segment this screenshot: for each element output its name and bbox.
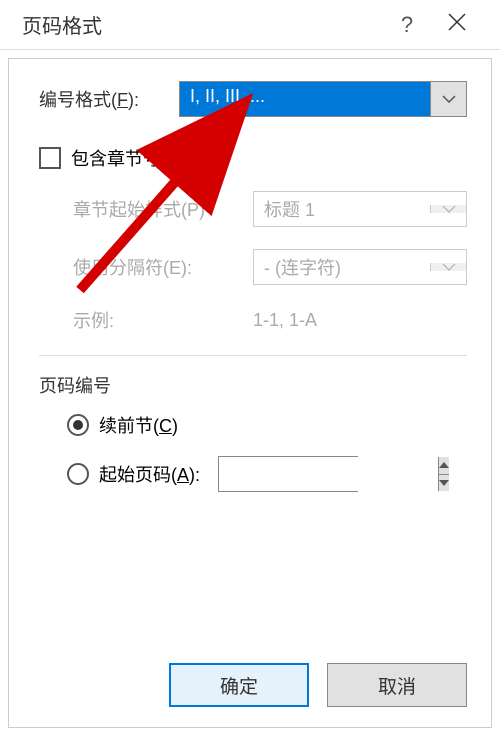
include-chapter-checkbox[interactable] (39, 147, 61, 169)
start-page-spinner[interactable] (218, 456, 358, 492)
continue-previous-radio[interactable] (67, 414, 89, 436)
chapter-style-dropdown-button (430, 205, 466, 213)
chapter-style-row: 章节起始样式(P) 标题 1 (73, 191, 467, 227)
example-value: 1-1, 1-A (253, 310, 317, 331)
triangle-down-icon (439, 480, 449, 486)
continue-previous-label: 续前节(C) (99, 412, 178, 438)
dialog-buttons: 确定 取消 (169, 663, 467, 707)
separator-select: - (连字符) (253, 249, 467, 285)
close-icon (448, 13, 466, 31)
chevron-down-icon (442, 263, 456, 271)
chapter-style-label: 章节起始样式(P) (73, 196, 253, 222)
continue-previous-row[interactable]: 续前节(C) (67, 412, 467, 438)
separator-dropdown-button (430, 263, 466, 271)
chevron-down-icon (442, 95, 456, 103)
start-page-input[interactable] (219, 457, 438, 491)
separator-label: 使用分隔符(E): (73, 254, 253, 280)
number-format-row: 编号格式(F): I, II, III, ... (39, 81, 467, 117)
triangle-up-icon (439, 462, 449, 468)
start-page-label: 起始页码(A): (99, 461, 200, 487)
spinner-down-button[interactable] (439, 475, 449, 492)
spinner-buttons (438, 457, 449, 491)
dialog-title: 页码格式 (22, 10, 382, 39)
close-button[interactable] (432, 13, 482, 36)
start-page-radio[interactable] (67, 463, 89, 485)
cancel-button[interactable]: 取消 (327, 663, 467, 707)
separator-value: - (连字符) (254, 254, 430, 280)
divider (39, 355, 467, 356)
titlebar: 页码格式 ? (0, 0, 500, 50)
number-format-select[interactable]: I, II, III, ... (179, 81, 467, 117)
separator-row: 使用分隔符(E): - (连字符) (73, 249, 467, 285)
chevron-down-icon (442, 205, 456, 213)
help-button[interactable]: ? (382, 12, 432, 38)
spinner-up-button[interactable] (439, 457, 449, 475)
number-format-label: 编号格式(F): (39, 86, 179, 112)
chapter-style-select: 标题 1 (253, 191, 467, 227)
include-chapter-row[interactable]: 包含章节号(N) (39, 145, 467, 171)
number-format-value: I, II, III, ... (180, 82, 430, 116)
ok-button[interactable]: 确定 (169, 663, 309, 707)
example-label: 示例: (73, 307, 253, 333)
include-chapter-label: 包含章节号(N) (71, 145, 186, 171)
start-page-row[interactable]: 起始页码(A): (67, 456, 467, 492)
page-number-section-label: 页码编号 (39, 372, 467, 398)
page-number-radios: 续前节(C) 起始页码(A): (39, 412, 467, 492)
chapter-style-value: 标题 1 (254, 196, 430, 222)
chapter-section: 章节起始样式(P) 标题 1 使用分隔符(E): - (连字符) 示例: 1-1… (39, 191, 467, 333)
dialog-body: 编号格式(F): I, II, III, ... 包含章节号(N) 章节起始样式… (8, 58, 492, 728)
number-format-dropdown-button[interactable] (430, 82, 466, 116)
example-row: 示例: 1-1, 1-A (73, 307, 467, 333)
